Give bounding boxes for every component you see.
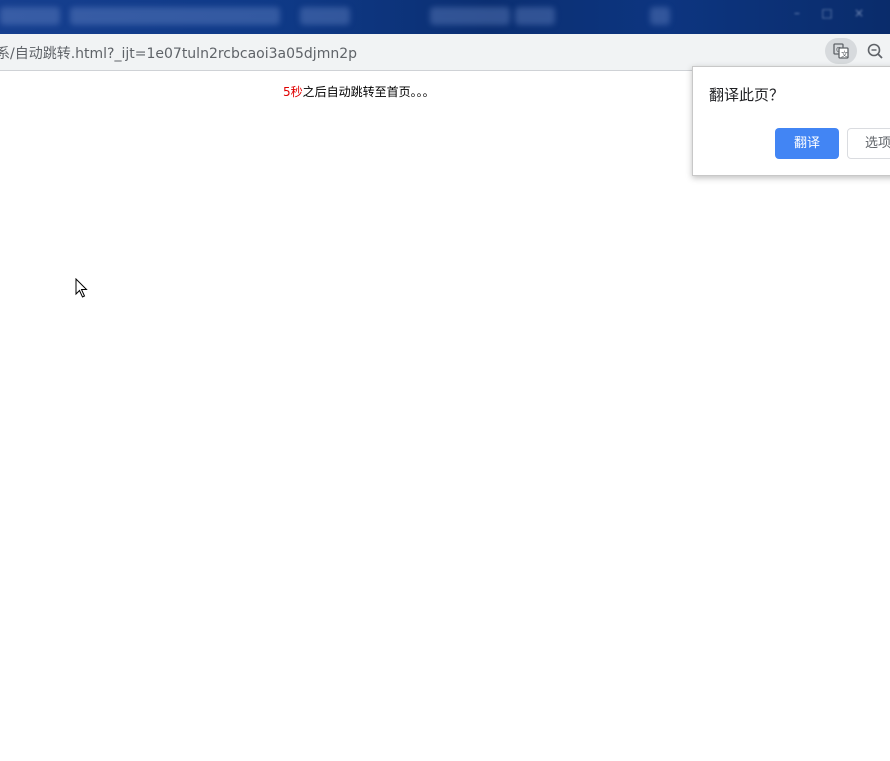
translate-button[interactable]: 翻译 [775, 128, 839, 159]
countdown-seconds: 5秒 [283, 85, 303, 99]
blurred-tab[interactable] [70, 7, 280, 25]
blurred-tab[interactable] [430, 7, 510, 25]
blurred-tab[interactable] [0, 7, 60, 25]
mouse-pointer-icon [75, 277, 89, 302]
svg-text:文: 文 [841, 50, 848, 59]
translate-page-button[interactable]: G 文 [825, 38, 857, 64]
translate-popup: 翻译此页？ 翻译 选项 [692, 66, 890, 176]
blurred-tab[interactable] [650, 7, 670, 25]
translate-icon: G 文 [833, 43, 849, 59]
minimize-icon[interactable]: – [790, 6, 804, 20]
maximize-icon[interactable]: □ [820, 6, 834, 20]
zoom-button[interactable] [864, 40, 886, 62]
zoom-icon [867, 43, 883, 59]
url-field[interactable]: 系/自动跳转.html?_ijt=1e07tuln2rcbcaoi3a05djm… [0, 43, 357, 63]
redirect-message: 5秒之后自动跳转至首页。。。 [283, 83, 435, 100]
blurred-tab[interactable] [300, 7, 350, 25]
redirect-text: 之后自动跳转至首页。。。 [302, 85, 435, 99]
translate-popup-title: 翻译此页？ [709, 86, 785, 104]
blurred-tab[interactable] [515, 7, 555, 25]
close-icon[interactable]: × [852, 6, 866, 20]
browser-titlebar: – □ × [0, 0, 890, 34]
options-button[interactable]: 选项 [847, 128, 890, 159]
